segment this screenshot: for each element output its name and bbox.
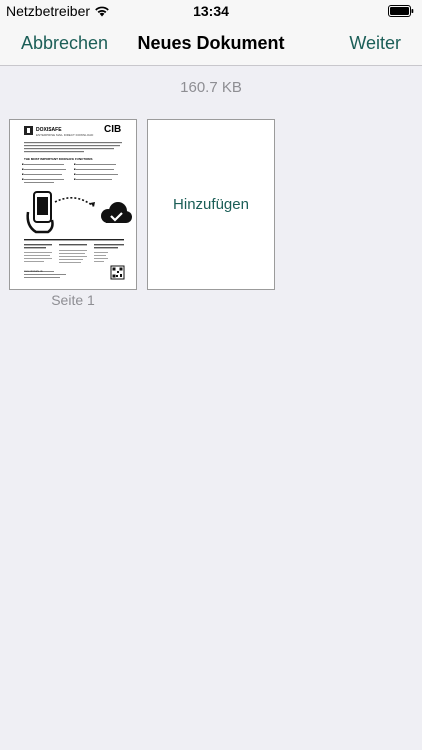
add-page-button[interactable]: Hinzufügen bbox=[147, 119, 275, 290]
preview-section-heading: THE MOST IMPORTANT DOXISAFE FUNCTIONS bbox=[24, 157, 93, 161]
navigation-bar: Abbrechen Neues Dokument Weiter bbox=[0, 22, 422, 66]
next-button[interactable]: Weiter bbox=[349, 33, 401, 54]
preview-subtitle: ENTERPRISE MAIL DIRECT DOWNLOAD bbox=[36, 133, 94, 137]
preview-brand-logo: CIB bbox=[104, 124, 122, 135]
file-size-label: 160.7 KB bbox=[180, 79, 242, 96]
page-label: Seite 1 bbox=[51, 292, 95, 308]
add-page-label: Hinzufügen bbox=[173, 196, 249, 213]
preview-footer: www.doxisafe.de bbox=[24, 270, 43, 273]
page-preview-graphics bbox=[22, 126, 132, 280]
clock: 13:34 bbox=[193, 3, 229, 19]
battery-icon bbox=[388, 5, 414, 17]
page-thumbnail[interactable]: DOXISAFE ENTERPRISE MAIL DIRECT DOWNLOAD… bbox=[9, 119, 137, 290]
status-bar: Netzbetreiber 13:34 bbox=[0, 0, 422, 22]
